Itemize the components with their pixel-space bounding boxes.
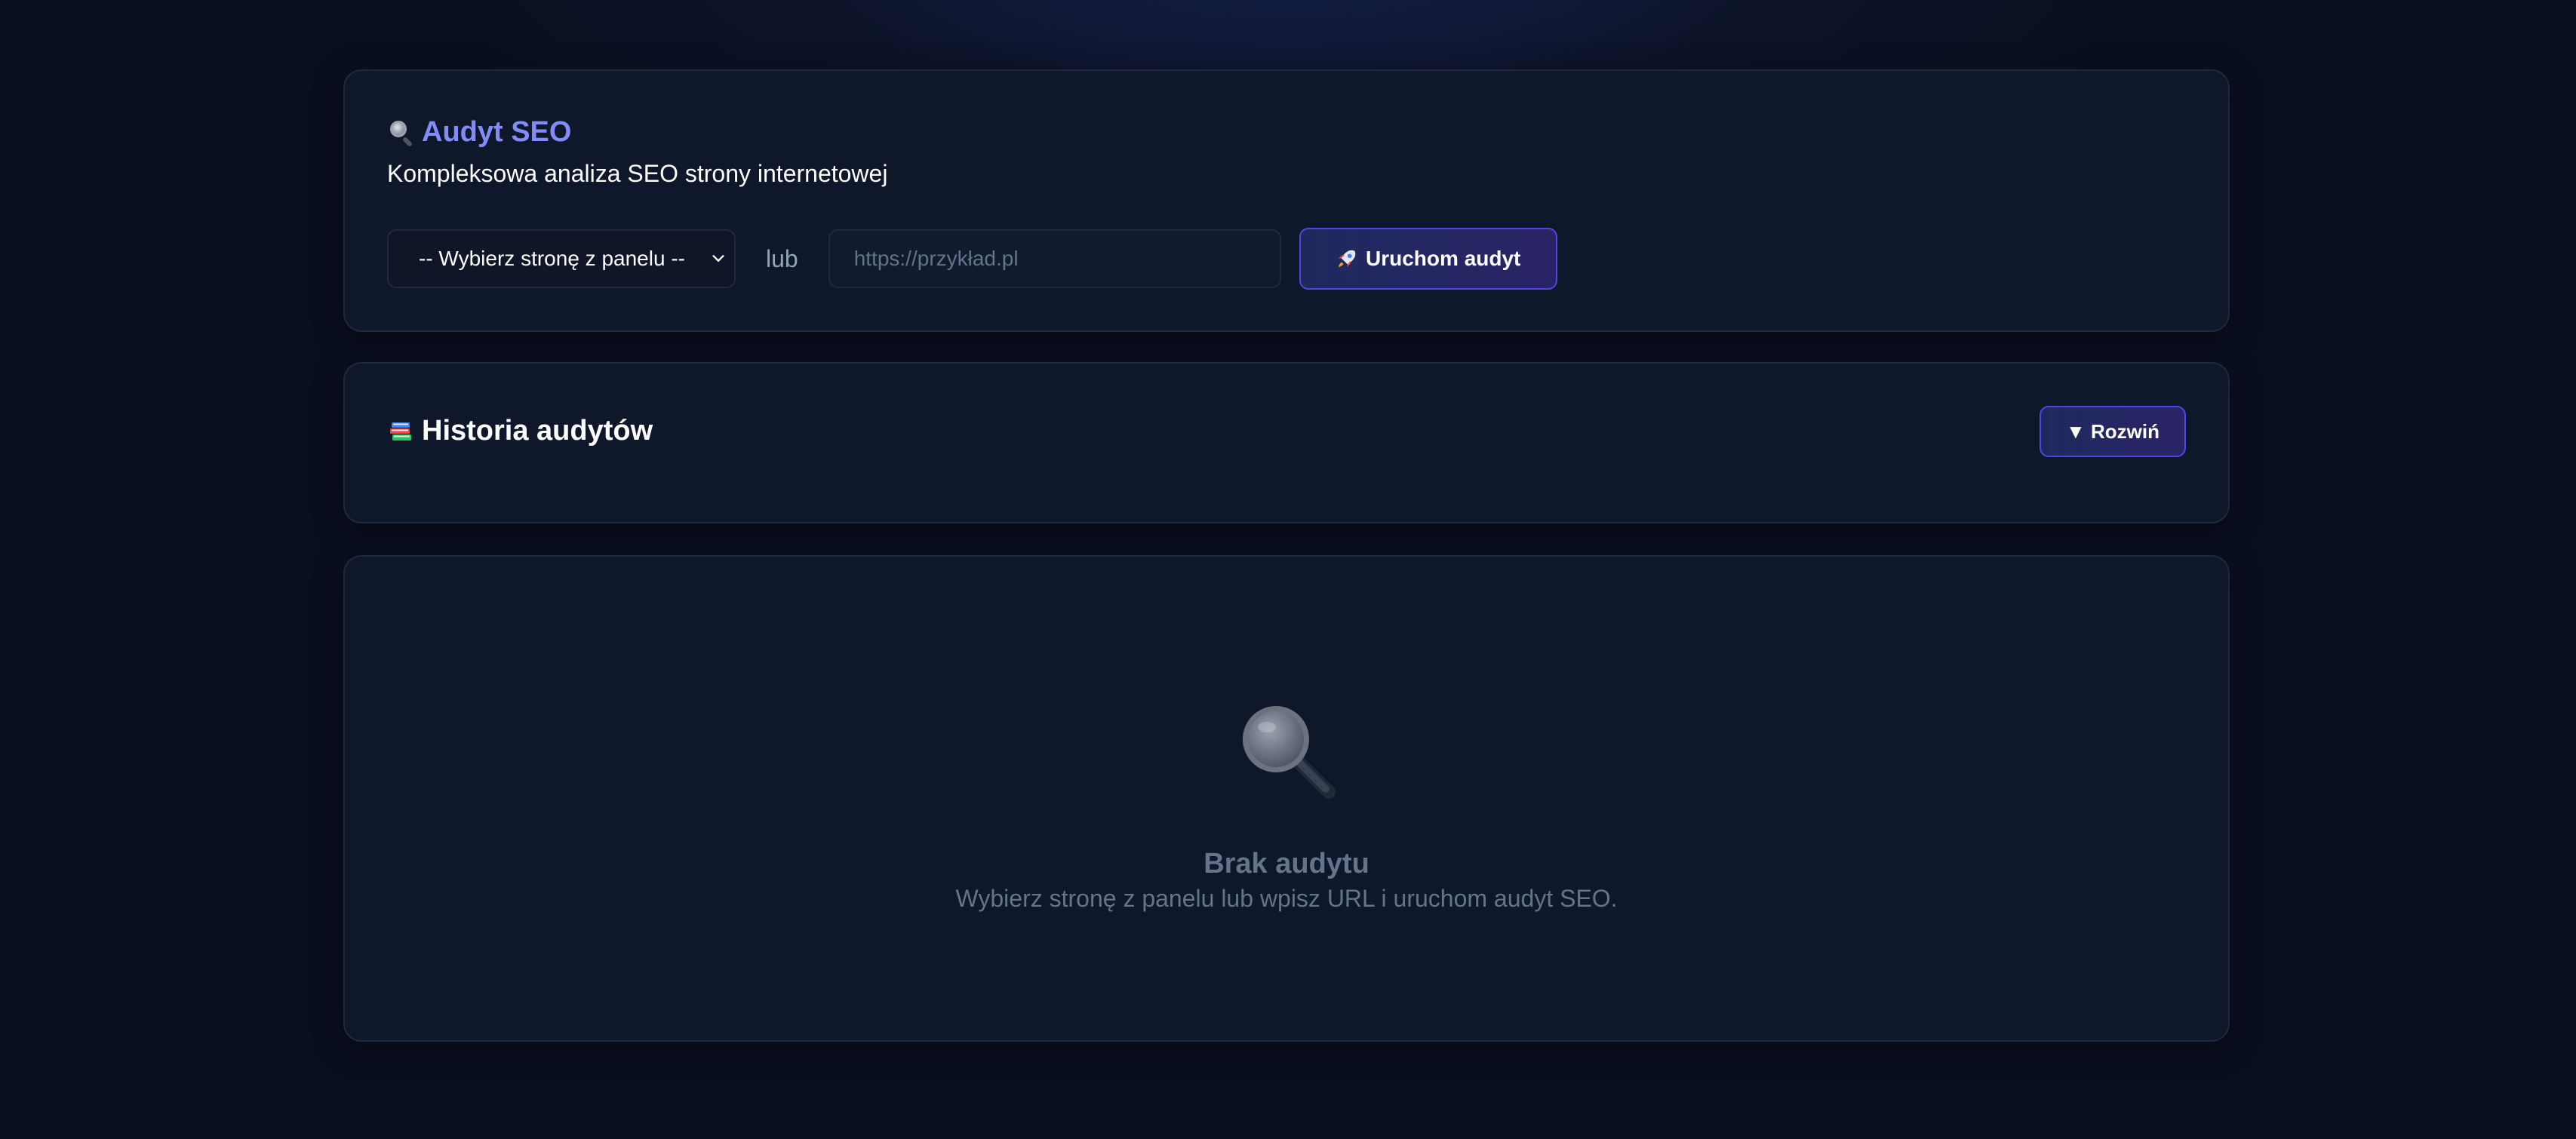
page-subtitle: Kompleksowa analiza SEO strony interneto… (387, 160, 888, 187)
empty-state: Brak audytu Wybierz stronę z panelu lub … (345, 700, 2228, 913)
audit-history-panel: Historia audytów ▼ Rozwiń (343, 362, 2230, 523)
audit-results-panel: Brak audytu Wybierz stronę z panelu lub … (343, 555, 2230, 1042)
run-audit-button[interactable]: Uruchom audyt (1299, 228, 1557, 290)
chevron-down-icon (712, 255, 724, 262)
or-label: lub (766, 244, 798, 272)
empty-state-description: Wybierz stronę z panelu lub wpisz URL i … (955, 885, 1618, 912)
run-audit-label: Uruchom audyt (1366, 247, 1521, 270)
empty-state-title: Brak audytu (1203, 848, 1369, 880)
audit-controls: -- Wybierz stronę z panelu -- lub Urucho… (387, 228, 1557, 290)
history-title-row: Historia audytów (389, 415, 653, 447)
seo-audit-panel: Audyt SEO Kompleksowa analiza SEO strony… (343, 69, 2230, 332)
history-title: Historia audytów (422, 415, 653, 447)
expand-history-button[interactable]: ▼ Rozwiń (2040, 406, 2186, 457)
rocket-icon (1338, 250, 1356, 268)
site-select-value: -- Wybierz stronę z panelu -- (419, 247, 685, 270)
magnifying-glass-icon (1243, 706, 1336, 799)
audit-title-row: Audyt SEO (389, 116, 571, 149)
magnifying-glass-icon (389, 119, 416, 147)
page-title: Audyt SEO (422, 116, 572, 148)
url-input[interactable] (828, 229, 1281, 288)
site-select[interactable]: -- Wybierz stronę z panelu -- (387, 229, 736, 288)
books-icon (390, 422, 411, 441)
